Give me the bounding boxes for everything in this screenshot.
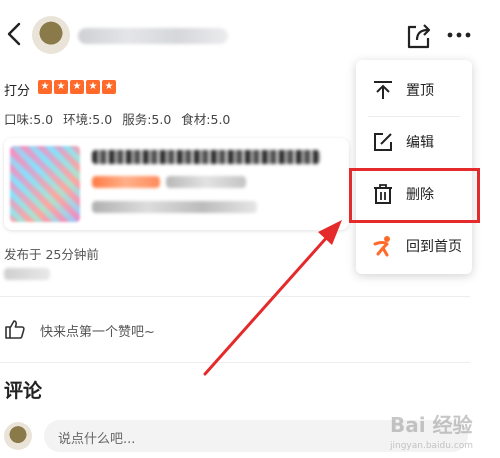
star-icon: ★ bbox=[86, 80, 100, 94]
shop-rating-redacted bbox=[92, 176, 160, 188]
shop-name-redacted bbox=[92, 150, 320, 164]
star-icon: ★ bbox=[54, 80, 68, 94]
pin-top-icon bbox=[374, 81, 392, 99]
home-figure-icon bbox=[373, 236, 390, 257]
menu-item-pin-top[interactable]: 置顶 bbox=[356, 68, 472, 112]
watermark-text: Bai 经验 bbox=[390, 413, 473, 437]
divider bbox=[0, 296, 470, 297]
divider bbox=[0, 362, 470, 363]
thumbs-up-icon[interactable] bbox=[4, 318, 26, 340]
shop-thumbnail bbox=[10, 146, 80, 222]
back-chevron-icon[interactable] bbox=[2, 18, 26, 50]
more-dots-icon[interactable] bbox=[446, 26, 472, 44]
score-taste: 口味:5.0 bbox=[4, 112, 54, 127]
score-ingredients: 食材:5.0 bbox=[181, 112, 231, 127]
delete-highlight-box bbox=[349, 168, 480, 223]
username-redacted bbox=[78, 28, 228, 44]
comment-placeholder[interactable]: 说点什么吧... bbox=[58, 428, 135, 447]
shop-address-redacted bbox=[92, 201, 257, 213]
watermark-subtext: jingyan.baidu.com bbox=[389, 441, 473, 451]
score-service: 服务:5.0 bbox=[122, 112, 172, 127]
share-icon[interactable] bbox=[404, 22, 434, 50]
user-avatar[interactable] bbox=[32, 16, 70, 54]
edit-icon bbox=[374, 133, 392, 151]
menu-item-label: 编辑 bbox=[406, 135, 434, 151]
menu-divider bbox=[368, 116, 460, 117]
rating-stars: ★ ★ ★ ★ ★ bbox=[38, 80, 116, 94]
menu-item-edit[interactable]: 编辑 bbox=[356, 120, 472, 164]
score-environment: 环境:5.0 bbox=[63, 112, 113, 127]
comment-avatar bbox=[4, 422, 32, 450]
sub-scores: 口味:5.0 环境:5.0 服务:5.0 食材:5.0 bbox=[4, 109, 230, 128]
posted-time: 发布于 25分钟前 bbox=[4, 247, 99, 262]
menu-item-label: 回到首页 bbox=[406, 239, 462, 255]
more-options-menu: 置顶 编辑 删除 回到首页 bbox=[356, 60, 472, 274]
menu-item-label: 置顶 bbox=[406, 83, 434, 99]
shop-card[interactable] bbox=[4, 138, 349, 230]
comments-title: 评论 bbox=[4, 380, 43, 402]
menu-item-home[interactable]: 回到首页 bbox=[356, 224, 472, 268]
star-icon: ★ bbox=[102, 80, 116, 94]
location-tag-redacted bbox=[4, 268, 50, 280]
rating-label: 打分 bbox=[4, 84, 31, 99]
star-icon: ★ bbox=[70, 80, 84, 94]
baidu-jingyan-watermark: Bai 经验 jingyan.baidu.com bbox=[389, 413, 473, 451]
like-prompt[interactable]: 快来点第一个赞吧~ bbox=[40, 321, 155, 340]
shop-meta-redacted bbox=[166, 176, 246, 188]
star-icon: ★ bbox=[38, 80, 52, 94]
